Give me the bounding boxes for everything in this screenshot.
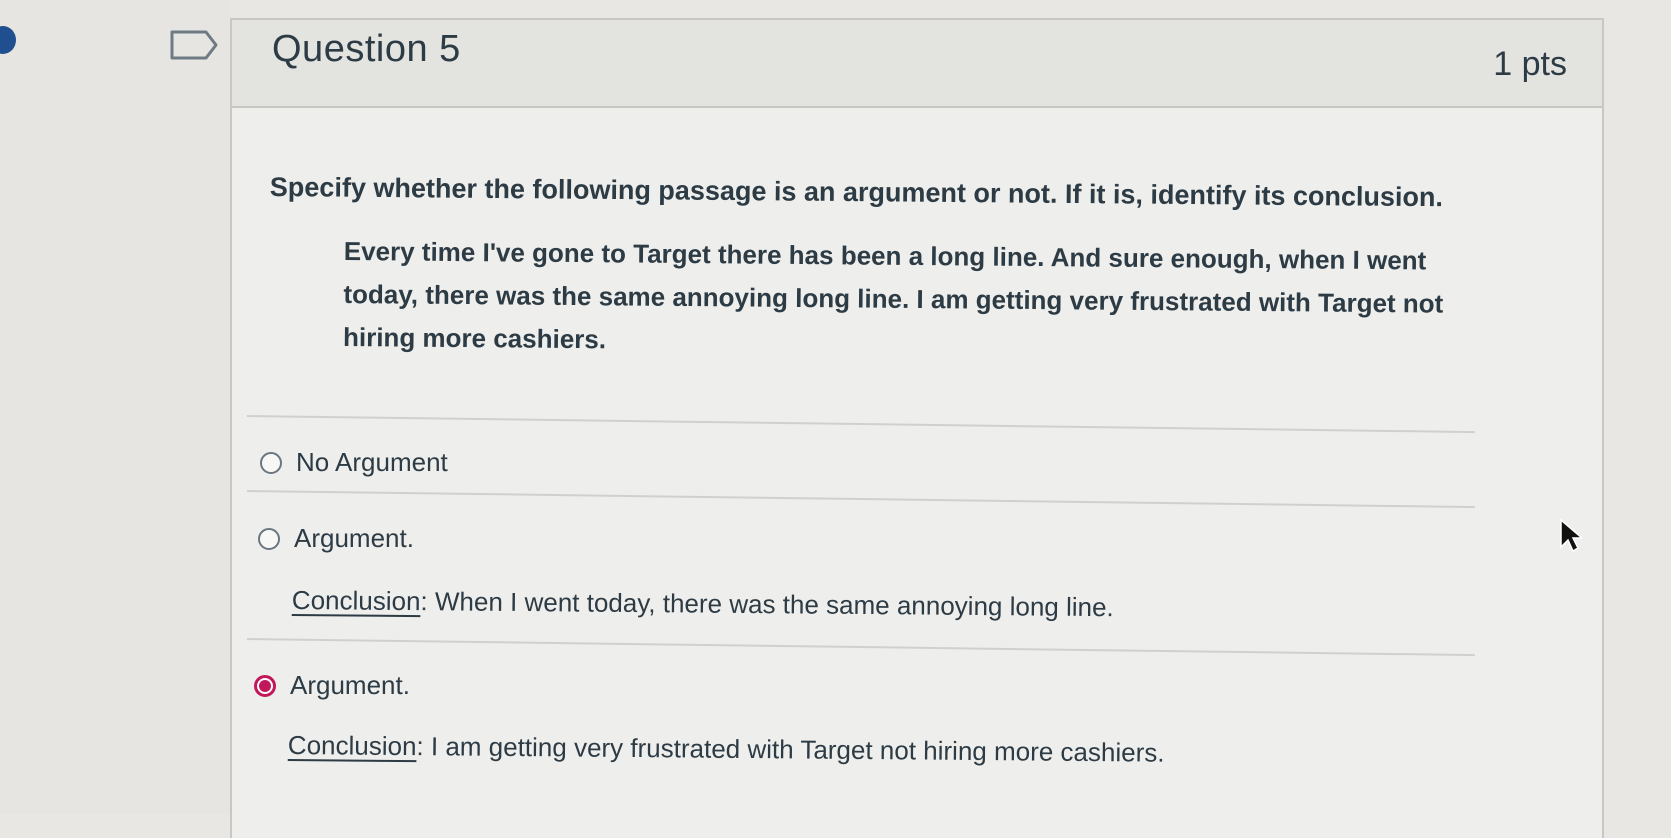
answer-label-argument-line: Argument.: [294, 523, 414, 553]
answer-radio-argument-frustrated[interactable]: [254, 674, 276, 697]
answer-option-argument-frustrated[interactable]: Argument.: [254, 670, 410, 701]
selected-radio-dot: [259, 679, 271, 692]
answer-label-argument-frustrated: Argument.: [290, 670, 410, 700]
question-prompt: Specify whether the following passage is…: [269, 172, 1444, 213]
conclusion-label: Conclusion: [291, 585, 421, 617]
question-points: 1 pts: [1493, 45, 1567, 83]
question-header: Question 5 1 pts: [232, 20, 1602, 108]
conclusion-text: : I am getting very frustrated with Targ…: [416, 731, 1165, 768]
answer-label-no-argument: No Argument: [296, 447, 448, 477]
question-title: Question 5: [272, 28, 461, 70]
answer-radio-no-argument[interactable]: [260, 451, 282, 474]
answer-option-no-argument[interactable]: No Argument: [260, 447, 448, 478]
question-card: Question 5 1 pts Specify whether the fol…: [230, 18, 1604, 838]
question-passage: Every time I've gone to Target there has…: [342, 235, 1444, 355]
answer-divider: [246, 638, 1475, 657]
left-margin: [0, 0, 230, 814]
answer-conclusion-frustrated: Conclusion: I am getting very frustrated…: [288, 730, 1165, 769]
answer-radio-argument-line[interactable]: [258, 527, 280, 550]
answer-conclusion-line: Conclusion: When I went today, there was…: [292, 585, 1114, 623]
answer-divider: [246, 415, 1475, 434]
answer-option-argument-line[interactable]: Argument.: [258, 523, 414, 554]
conclusion-label: Conclusion: [287, 730, 417, 762]
flag-question-icon[interactable]: [170, 30, 218, 60]
answer-divider: [246, 490, 1475, 509]
conclusion-text: : When I went today, there was the same …: [420, 586, 1114, 623]
mouse-pointer-icon: [1560, 518, 1582, 552]
